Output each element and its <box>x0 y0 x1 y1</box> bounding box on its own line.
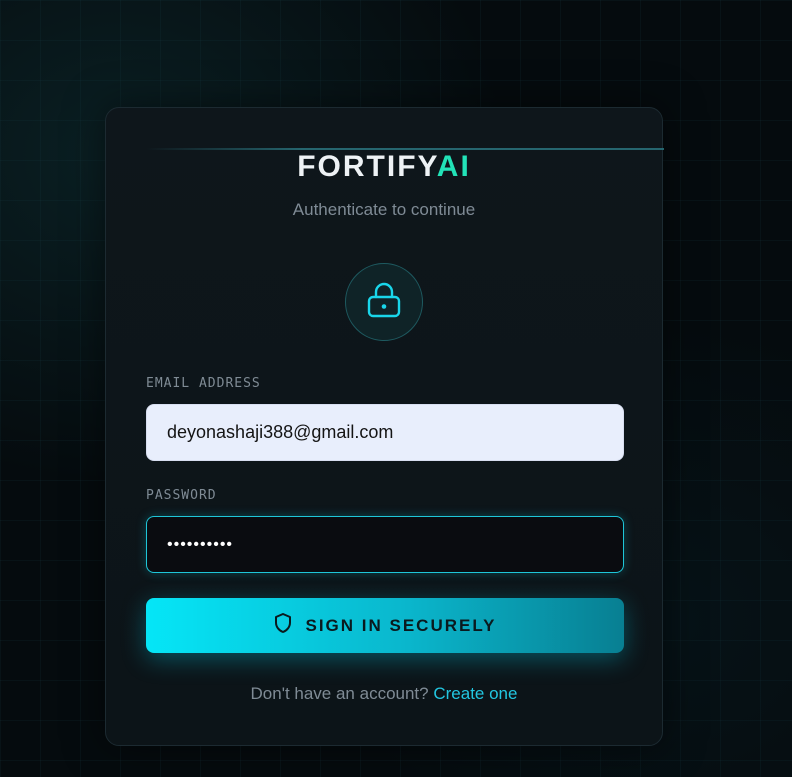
password-input[interactable]: •••••••••• <box>146 516 624 573</box>
email-label: EMAIL ADDRESS <box>146 376 261 391</box>
password-label: PASSWORD <box>146 488 217 503</box>
page-subtitle: Authenticate to continue <box>292 200 476 219</box>
signup-prompt: Don't have an account? Create one <box>106 684 662 704</box>
lock-icon <box>366 281 402 324</box>
brand-name-accent: AI <box>436 150 471 183</box>
brand-name-main: FORTIFY <box>297 150 437 183</box>
email-value: deyonashaji388@gmail.com <box>167 422 394 442</box>
lock-badge <box>345 263 423 341</box>
sign-in-label: SIGN IN SECURELY <box>305 615 497 635</box>
brand-logo: FORTIFYAI <box>106 150 662 184</box>
sign-in-button[interactable]: SIGN IN SECURELY <box>146 598 624 653</box>
signup-prompt-text: Don't have an account? <box>250 684 429 703</box>
login-card: FORTIFYAI Authenticate to continue EMAIL… <box>105 107 664 746</box>
password-value: •••••••••• <box>167 535 234 553</box>
email-input[interactable]: deyonashaji388@gmail.com <box>146 404 624 461</box>
shield-icon <box>273 612 293 639</box>
create-account-link[interactable]: Create one <box>433 684 517 703</box>
